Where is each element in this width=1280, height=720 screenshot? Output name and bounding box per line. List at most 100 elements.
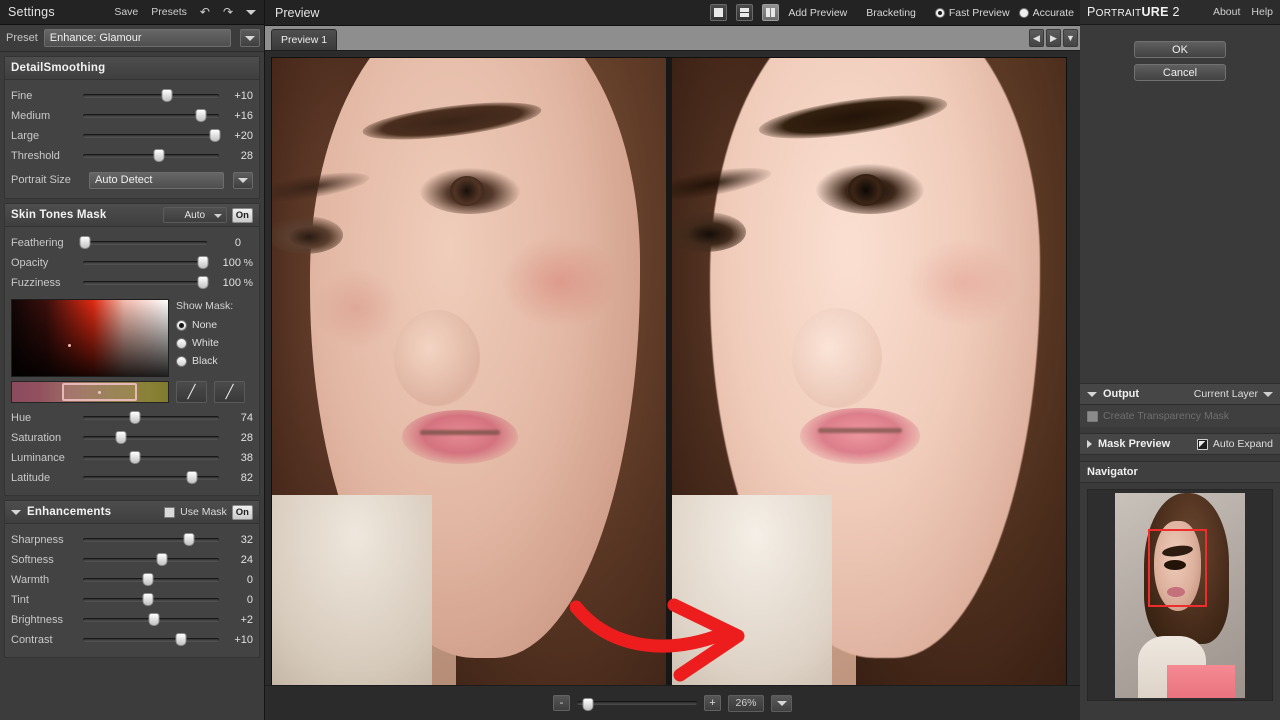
slider-track-saturation[interactable] [83,428,219,448]
zoom-slider-knob[interactable] [582,698,594,711]
slider-knob-latitude[interactable] [186,471,198,484]
eyedropper-add-icon[interactable]: ╱ [176,381,207,403]
cancel-button[interactable]: Cancel [1134,64,1226,81]
bracketing-button[interactable]: Bracketing [866,7,916,19]
vertical-split-icon[interactable] [762,4,780,21]
chevron-down-icon[interactable]: ▼ [1063,29,1078,47]
zoom-slider-track[interactable] [577,695,697,711]
chevron-left-icon[interactable]: ◀ [1029,29,1044,47]
slider-row[interactable]: Large +20 [11,126,253,146]
slider-track-softness[interactable] [83,550,219,570]
slider-knob-warmth[interactable] [142,573,154,586]
slider-track-threshold[interactable] [83,146,219,166]
preset-select[interactable]: Enhance: Glamour [43,29,231,47]
radio-icon[interactable] [1018,7,1029,18]
slider-row[interactable]: Medium +16 [11,106,253,126]
before-after-image-frame[interactable] [272,58,1066,685]
slider-knob-brightness[interactable] [148,613,160,626]
slider-track-tint[interactable] [83,590,219,610]
slider-track-opacity[interactable] [83,253,209,273]
slider-row[interactable]: Brightness +2 [11,610,253,630]
slider-track-fine[interactable] [83,86,219,106]
auto-expand-checkbox[interactable] [1196,438,1208,450]
skin-tones-mask-header[interactable]: Skin Tones Mask Auto On [5,204,259,227]
redo-icon[interactable]: ↷ [223,6,233,18]
slider-track-luminance[interactable] [83,448,219,468]
mask-preview-header[interactable]: Mask Preview Auto Expand [1080,433,1280,455]
chevron-down-icon[interactable] [11,509,21,515]
slider-track-large[interactable] [83,126,221,146]
help-link[interactable]: Help [1251,6,1273,18]
slider-knob-sharpness[interactable] [183,533,195,546]
slider-track-medium[interactable] [83,106,219,126]
skin-tones-mask-toggle[interactable]: On [231,207,253,223]
enhancements-header[interactable]: Enhancements Use Mask On [5,501,259,524]
show-mask-option-black[interactable]: Black [176,352,253,370]
slider-knob-large[interactable] [209,129,221,142]
tab-preview-1[interactable]: Preview 1 [271,29,338,50]
quality-option-fast[interactable]: Fast Preview [934,7,1010,19]
undo-icon[interactable]: ↶ [200,6,210,18]
chevron-right-icon[interactable]: ▶ [1046,29,1061,47]
slider-row[interactable]: Hue 74 [11,408,253,428]
slider-row[interactable]: Latitude 82 [11,468,253,488]
portrait-size-select[interactable]: Auto Detect [89,171,224,189]
slider-track-hue[interactable] [83,408,219,428]
slider-track-sharpness[interactable] [83,530,219,550]
show-mask-option-white[interactable]: White [176,334,253,352]
skin-tone-selection[interactable] [61,383,137,401]
output-header[interactable]: Output Current Layer [1080,383,1280,405]
slider-row[interactable]: Sharpness 32 [11,530,253,550]
horizontal-split-icon[interactable] [736,4,754,21]
navigator-viewport-rect[interactable] [1147,529,1208,608]
slider-row[interactable]: Threshold 28 [11,146,253,166]
navigator-header[interactable]: Navigator [1080,461,1280,483]
zoom-level-field[interactable]: 26% [728,694,764,712]
zoom-out-button[interactable]: - [553,695,570,711]
slider-track-contrast[interactable] [83,630,219,650]
navigator-panel[interactable] [1087,489,1273,701]
presets-button[interactable]: Presets [151,6,187,18]
zoom-in-button[interactable]: + [704,695,721,711]
slider-knob-threshold[interactable] [153,149,165,162]
slider-row[interactable]: Contrast +10 [11,630,253,650]
skin-mode-select[interactable]: Auto [162,207,227,223]
slider-row[interactable]: Tint 0 [11,590,253,610]
slider-track-warmth[interactable] [83,570,219,590]
skin-tone-swatch-strip[interactable] [11,381,169,403]
create-transparency-mask-checkbox[interactable] [1087,410,1098,422]
slider-row[interactable]: Fuzziness 100 % [11,273,253,293]
slider-knob-fine[interactable] [161,89,173,102]
slider-knob-opacity[interactable] [197,256,209,269]
slider-row[interactable]: Opacity 100 % [11,253,253,273]
zoom-preset-dropdown[interactable] [771,694,792,712]
slider-row[interactable]: Softness 24 [11,550,253,570]
about-link[interactable]: About [1213,6,1240,18]
transparency-mask-row[interactable]: Create Transparency Mask [1080,405,1280,427]
radio-icon[interactable] [176,355,187,367]
portrait-size-dropdown-arrow[interactable] [233,171,253,189]
ok-button[interactable]: OK [1134,41,1226,58]
add-preview-button[interactable]: Add Preview [788,7,847,19]
before-image[interactable] [272,58,666,685]
slider-knob-tint[interactable] [142,593,154,606]
slider-track-latitude[interactable] [83,468,219,488]
slider-knob-saturation[interactable] [115,431,127,444]
slider-track-feathering[interactable] [79,233,207,253]
slider-knob-contrast[interactable] [175,633,187,646]
slider-track-brightness[interactable] [83,610,219,630]
slider-knob-fuzziness[interactable] [197,276,209,289]
detail-smoothing-header[interactable]: DetailSmoothing [5,57,259,80]
slider-knob-feathering[interactable] [79,236,91,249]
use-mask-checkbox[interactable] [164,506,176,518]
output-target-value[interactable]: Current Layer [1194,388,1258,400]
chevron-right-icon[interactable] [1087,440,1092,448]
navigator-thumbnail[interactable] [1115,492,1245,698]
slider-row[interactable]: Fine +10 [11,86,253,106]
slider-row[interactable]: Warmth 0 [11,570,253,590]
radio-icon[interactable] [176,337,187,349]
show-mask-option-none[interactable]: None [176,316,253,334]
radio-icon[interactable] [934,7,945,18]
eyedropper-remove-icon[interactable]: ╱ [214,381,245,403]
single-view-icon[interactable] [710,4,728,21]
